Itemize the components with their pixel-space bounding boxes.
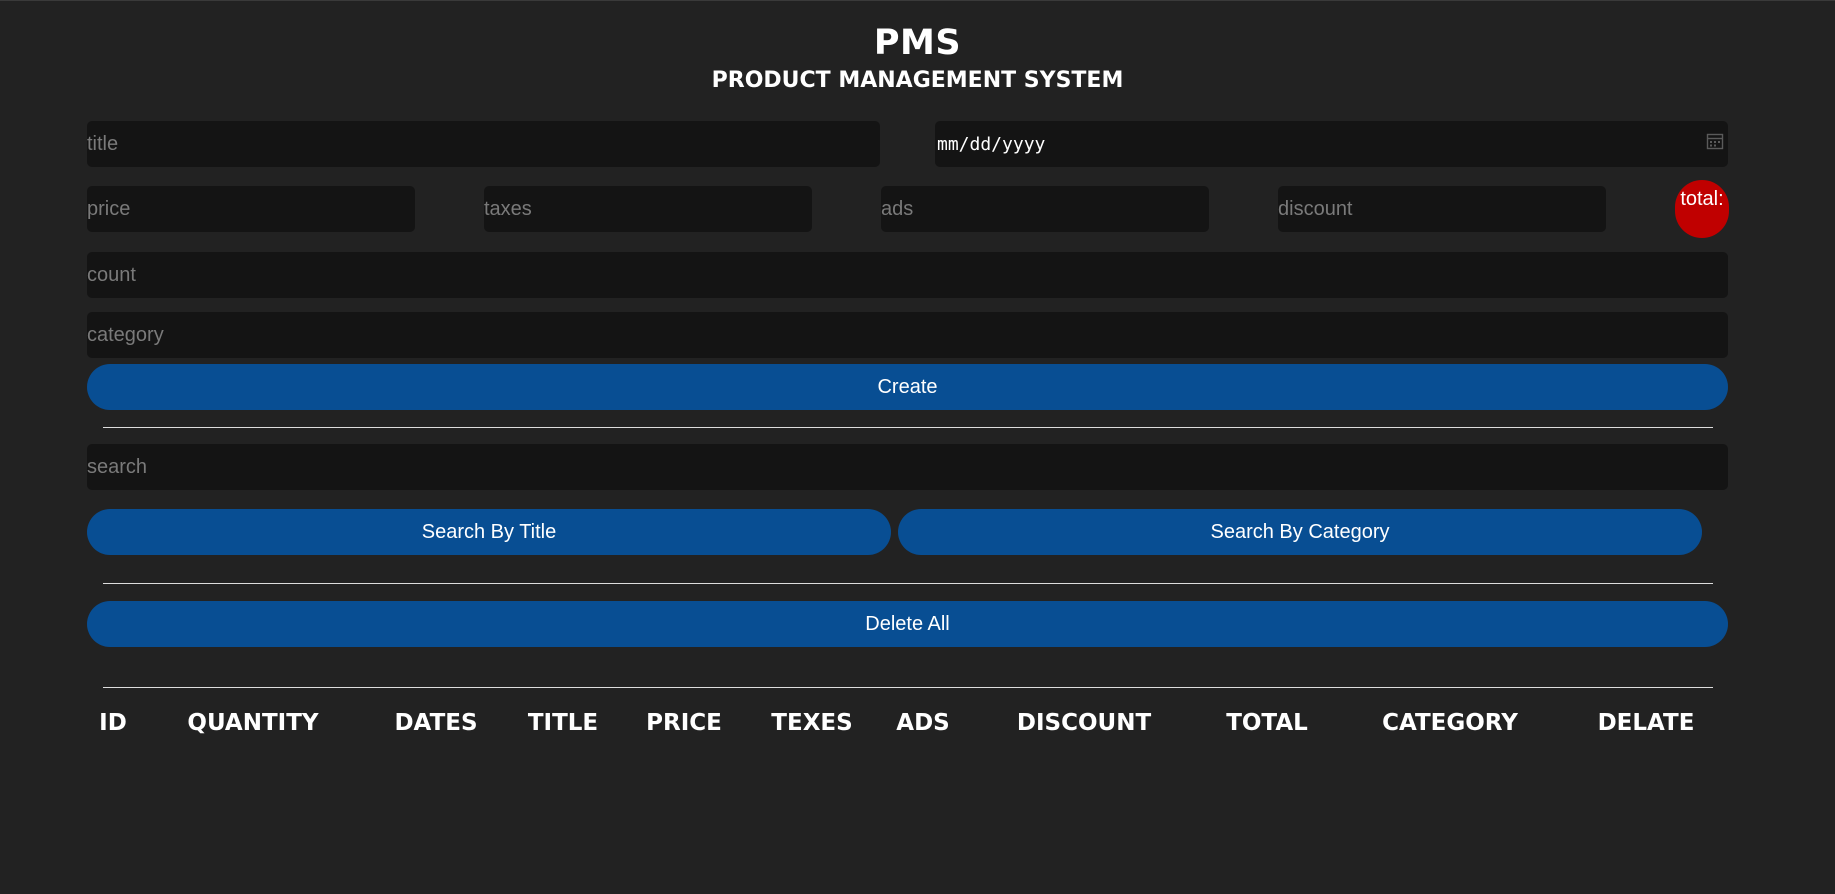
page-header: PMS PRODUCT MANAGEMENT SYSTEM bbox=[0, 1, 1835, 95]
create-button[interactable]: Create bbox=[87, 364, 1728, 410]
column-header-title: TITLE bbox=[527, 710, 599, 736]
column-header-discount: DISCOUNT bbox=[1016, 710, 1152, 736]
search-by-title-button[interactable]: Search By Title bbox=[87, 509, 891, 555]
price-input[interactable] bbox=[87, 186, 415, 232]
column-header-quantity: QUANTITY bbox=[187, 710, 319, 736]
date-input[interactable]: mm/dd/yyyy bbox=[935, 121, 1728, 167]
column-header-delate: DELATE bbox=[1597, 710, 1695, 736]
column-header-total: TOTAL bbox=[1226, 710, 1308, 736]
column-header-category: CATEGORY bbox=[1382, 710, 1518, 736]
calendar-icon[interactable] bbox=[1706, 132, 1724, 156]
column-header-ads: ADS bbox=[896, 710, 950, 736]
page: PMS PRODUCT MANAGEMENT SYSTEM mm/dd/yyyy bbox=[0, 0, 1835, 894]
search-input[interactable] bbox=[87, 444, 1728, 490]
app-title: PMS bbox=[873, 23, 962, 63]
column-header-price: PRICE bbox=[646, 710, 722, 736]
taxes-input[interactable] bbox=[484, 186, 812, 232]
total-badge: total: bbox=[1675, 180, 1729, 238]
divider bbox=[103, 427, 1713, 428]
total-label: total: bbox=[1680, 188, 1724, 210]
category-input[interactable] bbox=[87, 312, 1728, 358]
delete-all-button[interactable]: Delete All bbox=[87, 601, 1728, 647]
count-input[interactable] bbox=[87, 252, 1728, 298]
discount-input[interactable] bbox=[1278, 186, 1606, 232]
column-header-dates: DATES bbox=[394, 710, 478, 736]
date-placeholder: mm/dd/yyyy bbox=[937, 133, 1046, 155]
column-header-id: ID bbox=[99, 710, 127, 736]
app-subtitle: PRODUCT MANAGEMENT SYSTEM bbox=[711, 68, 1124, 93]
divider bbox=[103, 583, 1713, 584]
search-by-category-button[interactable]: Search By Category bbox=[898, 509, 1702, 555]
divider bbox=[103, 687, 1713, 688]
title-input[interactable] bbox=[87, 121, 880, 167]
table-header: ID QUANTITY DATES TITLE PRICE TEXES ADS … bbox=[0, 710, 1835, 740]
column-header-texes: TEXES bbox=[771, 710, 853, 736]
ads-input[interactable] bbox=[881, 186, 1209, 232]
